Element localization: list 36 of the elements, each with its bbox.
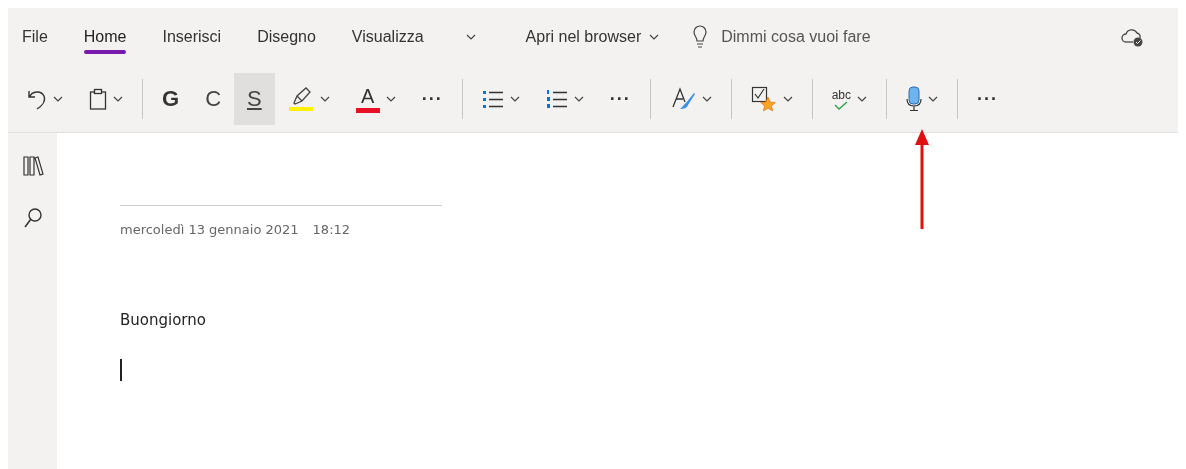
text-cursor <box>120 359 122 381</box>
search-icon[interactable] <box>22 207 43 229</box>
spelling-text: abc <box>831 88 852 101</box>
ribbon-tab[interactable]: File <box>22 20 48 54</box>
toolbar-button[interactable]: ··· <box>408 73 456 125</box>
toolbar-button[interactable]: abc <box>818 73 881 125</box>
undo-icon <box>27 88 47 110</box>
ribbon-tab[interactable]: Inserisci <box>162 20 222 54</box>
ribbon-tab[interactable]: Visualizza <box>351 20 424 54</box>
toolbar-button[interactable]: S <box>234 73 275 125</box>
microphone-icon <box>906 86 923 112</box>
cloud-sync-icon[interactable] <box>1120 27 1144 47</box>
toolbar-button[interactable]: G <box>149 73 193 125</box>
ribbon-tab[interactable]: Home <box>83 20 127 54</box>
highlighter-icon <box>287 87 314 111</box>
notebooks-icon[interactable] <box>21 155 44 177</box>
toolbar-button[interactable]: ··· <box>964 73 1011 125</box>
toolbar-button[interactable]: A <box>342 73 409 125</box>
ribbon-tab[interactable]: Disegno <box>257 20 316 54</box>
lightbulb-icon <box>693 25 708 49</box>
page-time: 18:12 <box>312 222 351 237</box>
numbered-list-icon <box>545 89 568 109</box>
toolbar-button[interactable]: C <box>192 73 234 125</box>
font-color-letter: A <box>361 85 375 108</box>
checkmark-icon <box>834 100 849 110</box>
chevron-icon <box>649 34 660 40</box>
search-field[interactable]: Dimmi cosa vuoi fare <box>719 26 984 48</box>
bullet-list-icon <box>481 89 504 109</box>
paintbrush-letter-icon <box>669 87 696 111</box>
note-text: Buongiorno <box>120 311 207 329</box>
open-in-browser-menu[interactable]: Apri nel browser <box>521 24 664 50</box>
checkbox-star-icon <box>750 86 777 112</box>
clipboard-icon <box>89 88 107 110</box>
chevron-icon <box>465 34 476 40</box>
toolbar-button[interactable]: ··· <box>596 73 644 125</box>
page-date: mercoledì 13 gennaio 2021 <box>120 222 299 237</box>
